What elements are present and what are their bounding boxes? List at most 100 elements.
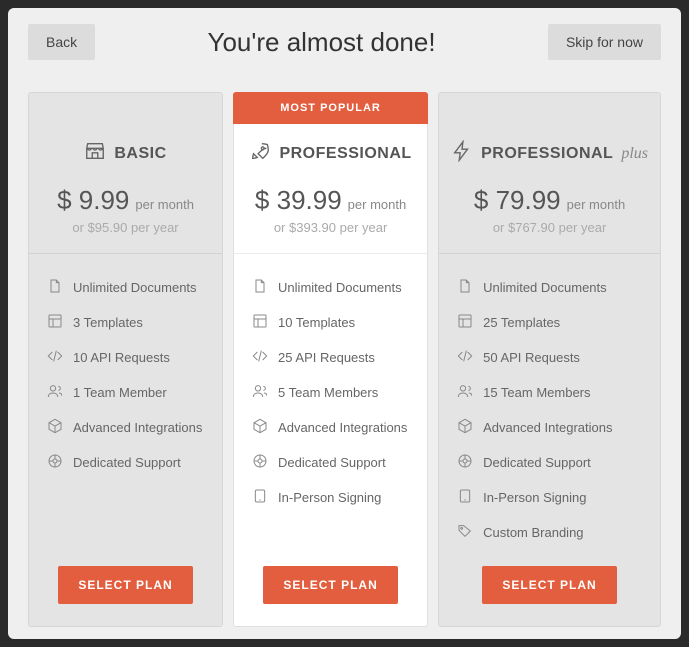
feature-label: 5 Team Members <box>278 385 378 400</box>
select-plan-button[interactable]: SELECT PLAN <box>482 566 616 604</box>
rocket-icon <box>249 140 271 167</box>
feature-list: Unlimited Documents 25 Templates 50 API Re… <box>439 254 660 566</box>
price-row: $ 9.99 per month <box>41 185 210 216</box>
feature-item: 1 Team Member <box>47 375 204 410</box>
select-plan-button[interactable]: SELECT PLAN <box>58 566 192 604</box>
tablet-icon <box>252 488 268 507</box>
select-plan-button[interactable]: SELECT PLAN <box>263 566 397 604</box>
feature-label: Dedicated Support <box>73 455 181 470</box>
feature-label: 50 API Requests <box>483 350 580 365</box>
cta-wrap: SELECT PLAN <box>439 566 660 626</box>
feature-item: In-Person Signing <box>457 480 642 515</box>
storefront-icon <box>84 140 106 167</box>
feature-label: Unlimited Documents <box>483 280 607 295</box>
cube-icon <box>47 418 63 437</box>
feature-item: Dedicated Support <box>252 445 409 480</box>
feature-list: Unlimited Documents 10 Templates 25 API Re… <box>234 254 427 566</box>
feature-item: Advanced Integrations <box>47 410 204 445</box>
feature-label: 10 API Requests <box>73 350 170 365</box>
feature-list: Unlimited Documents 3 Templates 10 API Req… <box>29 254 222 566</box>
document-icon <box>457 278 473 297</box>
feature-label: In-Person Signing <box>278 490 381 505</box>
plan-header: PROFESSIONAL plus $ 79.99 per month or $767.… <box>439 124 660 254</box>
feature-item: Advanced Integrations <box>457 410 642 445</box>
plan-card-professional-plus: MOST POPULARPROFESSIONALplus$ 79.99per m… <box>438 92 661 627</box>
feature-item: 3 Templates <box>47 305 204 340</box>
feature-item: 25 API Requests <box>252 340 409 375</box>
template-icon <box>457 313 473 332</box>
plan-name: PROFESSIONAL plus <box>451 140 648 167</box>
feature-label: 25 Templates <box>483 315 560 330</box>
feature-label: Unlimited Documents <box>278 280 402 295</box>
tag-icon <box>457 523 473 542</box>
code-icon <box>457 348 473 367</box>
feature-label: Unlimited Documents <box>73 280 197 295</box>
code-icon <box>47 348 63 367</box>
plan-name: PROFESSIONAL <box>246 140 415 167</box>
template-icon <box>252 313 268 332</box>
feature-item: Advanced Integrations <box>252 410 409 445</box>
feature-label: Advanced Integrations <box>483 420 612 435</box>
document-icon <box>47 278 63 297</box>
price-period: per month <box>348 197 407 212</box>
plan-header: PROFESSIONAL$ 39.99per monthor $393.90 p… <box>234 124 427 254</box>
feature-item: In-Person Signing <box>252 480 409 515</box>
feature-label: Advanced Integrations <box>73 420 202 435</box>
plan-name-text: BASIC <box>114 145 166 163</box>
feature-label: 3 Templates <box>73 315 143 330</box>
feature-item: Dedicated Support <box>457 445 642 480</box>
most-popular-badge: MOST POPULAR <box>233 92 428 124</box>
team-icon <box>457 383 473 402</box>
plan-name-suffix: plus <box>621 145 648 163</box>
feature-item: 25 Templates <box>457 305 642 340</box>
topbar: Back You're almost done! Skip for now <box>28 24 661 60</box>
feature-label: Custom Branding <box>483 525 583 540</box>
price: $ 39.99 <box>255 185 342 216</box>
plan-card-professional: MOST POPULAR PROFESSIONAL $ 39.99 per month… <box>233 92 428 627</box>
pricing-cards: MOST POPULAR BASIC $ 9.99 per month or $95.9… <box>28 92 661 627</box>
feature-item: Dedicated Support <box>47 445 204 480</box>
plan-name-text: PROFESSIONAL <box>481 145 613 163</box>
price: $ 9.99 <box>57 185 129 216</box>
price-yearly: or $95.90 per year <box>41 220 210 235</box>
plan-header: BASIC $ 9.99 per month or $95.90 per year <box>29 124 222 254</box>
price-period: per month <box>567 197 626 212</box>
feature-label: 1 Team Member <box>73 385 167 400</box>
feature-label: Dedicated Support <box>483 455 591 470</box>
feature-item: 10 Templates <box>252 305 409 340</box>
feature-item: 15 Team Members <box>457 375 642 410</box>
document-icon <box>252 278 268 297</box>
feature-label: 25 API Requests <box>278 350 375 365</box>
skip-button[interactable]: Skip for now <box>548 24 661 60</box>
support-icon <box>47 453 63 472</box>
price-row: $ 79.99 per month <box>451 185 648 216</box>
feature-label: Advanced Integrations <box>278 420 407 435</box>
price: $ 79.99 <box>474 185 561 216</box>
feature-label: 10 Templates <box>278 315 355 330</box>
pricing-modal: Back You're almost done! Skip for now MO… <box>8 8 681 639</box>
feature-item: 10 API Requests <box>47 340 204 375</box>
tablet-icon <box>457 488 473 507</box>
price-period: per month <box>135 197 194 212</box>
feature-label: In-Person Signing <box>483 490 586 505</box>
support-icon <box>457 453 473 472</box>
cube-icon <box>252 418 268 437</box>
feature-item: Unlimited Documents <box>252 270 409 305</box>
feature-label: Dedicated Support <box>278 455 386 470</box>
plan-card-basic: MOST POPULARBASIC$ 9.99per monthor $95.9… <box>28 92 223 627</box>
price-yearly: or $767.90 per year <box>451 220 648 235</box>
code-icon <box>252 348 268 367</box>
feature-item: Custom Branding <box>457 515 642 550</box>
feature-item: 5 Team Members <box>252 375 409 410</box>
feature-item: Unlimited Documents <box>457 270 642 305</box>
plan-name: BASIC <box>41 140 210 167</box>
price-row: $ 39.99 per month <box>246 185 415 216</box>
feature-label: 15 Team Members <box>483 385 590 400</box>
team-icon <box>47 383 63 402</box>
back-button[interactable]: Back <box>28 24 95 60</box>
team-icon <box>252 383 268 402</box>
lightning-icon <box>451 140 473 167</box>
feature-item: 50 API Requests <box>457 340 642 375</box>
feature-item: Unlimited Documents <box>47 270 204 305</box>
page-title: You're almost done! <box>208 27 436 58</box>
